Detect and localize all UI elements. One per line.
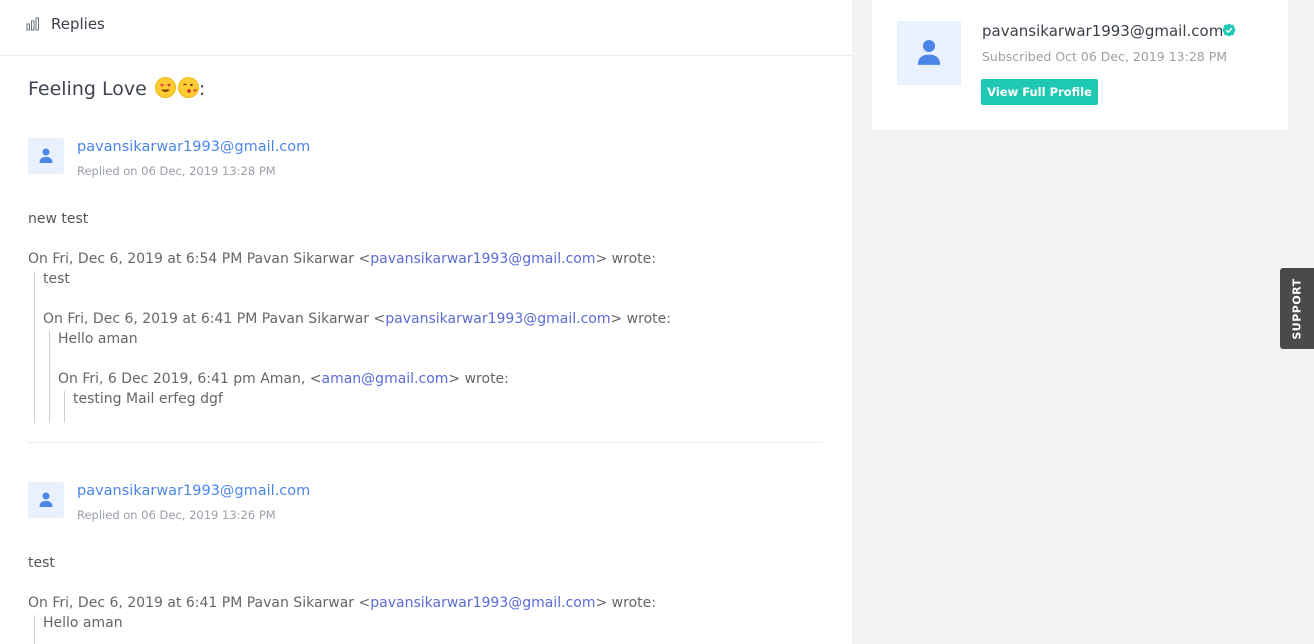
subscribed-date: Subscribed Oct 06 Dec, 2019 13:28 PM — [982, 49, 1228, 64]
profile-email: pavansikarwar1993@gmail.com — [982, 22, 1224, 40]
quote-header-suffix: > wrote: — [595, 251, 656, 267]
support-label: SUPPORT — [1290, 277, 1304, 340]
quote-bar — [34, 615, 35, 644]
quote-header: On Fri, Dec 6, 2019 at 6:41 PM Pavan Sik… — [43, 311, 671, 327]
subject-suffix: : — [198, 78, 206, 100]
view-full-profile-button[interactable]: View Full Profile — [981, 79, 1098, 105]
quote-email-link[interactable]: pavansikarwar1993@gmail.com — [370, 251, 595, 267]
user-icon — [39, 148, 53, 163]
quote-email-link[interactable]: aman@gmail.com — [322, 371, 449, 387]
reply-timestamp: Replied on 06 Dec, 2019 13:26 PM — [77, 508, 276, 522]
subject-text: Feeling Love — [28, 78, 147, 100]
quote-header-text: On Fri, 6 Dec 2019, 6:41 pm Aman, < — [58, 371, 322, 387]
user-icon — [39, 492, 53, 507]
verified-badge-icon — [1222, 23, 1236, 37]
support-tab[interactable]: SUPPORT — [1280, 268, 1314, 349]
quote-email-link[interactable]: pavansikarwar1993@gmail.com — [385, 311, 610, 327]
quote-email-link[interactable]: pavansikarwar1993@gmail.com — [370, 595, 595, 611]
panel-title: Replies — [51, 15, 105, 33]
reply-timestamp: Replied on 06 Dec, 2019 13:28 PM — [77, 164, 276, 178]
quote-text: Hello aman — [43, 615, 123, 631]
reply-sender-link[interactable]: pavansikarwar1993@gmail.com — [77, 483, 310, 499]
reply-body: test — [28, 555, 55, 571]
quote-header-suffix: > wrote: — [610, 311, 671, 327]
quote-header-text: On Fri, Dec 6, 2019 at 6:41 PM Pavan Sik… — [43, 311, 386, 327]
kissing-emoji-icon — [177, 77, 199, 98]
quote-text: test — [43, 271, 70, 287]
reply-sender-link[interactable]: pavansikarwar1993@gmail.com — [77, 139, 310, 155]
reply-divider — [28, 442, 822, 443]
heart-eyes-emoji-icon — [154, 77, 176, 98]
replies-panel: Replies Feeling Love : pavansikarwar1993… — [0, 0, 852, 644]
avatar — [28, 482, 64, 518]
quote-header-suffix: > wrote: — [448, 371, 509, 387]
quote-header-suffix: > wrote: — [595, 595, 656, 611]
quote-header-text: On Fri, Dec 6, 2019 at 6:41 PM Pavan Sik… — [28, 595, 371, 611]
avatar — [28, 138, 64, 174]
quote-bar — [49, 331, 50, 423]
panel-header: Replies — [0, 0, 852, 56]
email-subject: Feeling Love : — [28, 77, 205, 100]
quote-bar — [34, 271, 35, 423]
quote-header-text: On Fri, Dec 6, 2019 at 6:54 PM Pavan Sik… — [28, 251, 371, 267]
user-icon — [917, 40, 941, 65]
quote-text: Hello aman — [58, 331, 138, 347]
quote-header: On Fri, Dec 6, 2019 at 6:41 PM Pavan Sik… — [28, 595, 656, 611]
reply-body: new test — [28, 211, 89, 227]
avatar — [897, 21, 961, 85]
quote-header: On Fri, Dec 6, 2019 at 6:54 PM Pavan Sik… — [28, 251, 656, 267]
quote-bar — [64, 391, 65, 423]
bar-chart-icon — [26, 17, 39, 31]
quote-header: On Fri, 6 Dec 2019, 6:41 pm Aman, <aman@… — [58, 371, 509, 387]
subscriber-profile-card: pavansikarwar1993@gmail.com Subscribed O… — [872, 0, 1288, 130]
quote-text: testing Mail erfeg dgf — [73, 391, 223, 407]
